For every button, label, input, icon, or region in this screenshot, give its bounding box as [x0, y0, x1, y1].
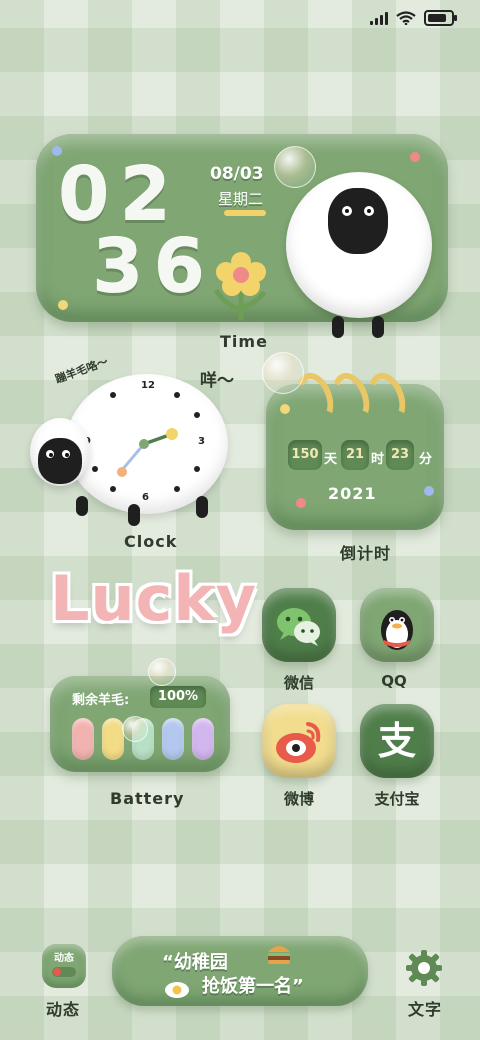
gear-icon[interactable]: [404, 948, 444, 988]
countdown-year: 2021: [328, 484, 377, 503]
text-label: 文字: [408, 1000, 443, 1019]
wechat-app-button[interactable]: [262, 588, 336, 662]
lucky-sticker[interactable]: Lucky: [50, 562, 257, 635]
battery-bar: [102, 718, 124, 760]
date-text: 08/03: [210, 164, 264, 184]
countdown-days: 150: [288, 440, 322, 470]
weekday-text: 星期二: [218, 190, 264, 208]
battery-widget-label: Battery: [110, 789, 185, 808]
date-underline: [224, 210, 266, 216]
clock-caption-left: 蹦羊毛咯～: [53, 354, 110, 386]
cellular-signal-icon: [370, 11, 388, 25]
battery-percent: 100%: [150, 686, 206, 708]
battery-icon: [424, 10, 457, 26]
clock-minute: 36: [92, 224, 215, 310]
clock-caption-right: 咩～: [200, 371, 234, 391]
countdown-hours: 21: [341, 440, 369, 470]
dynamic-toggle-button[interactable]: 动态: [42, 944, 86, 988]
alipay-app-button[interactable]: 支: [360, 704, 434, 778]
yellow-flower-icon: [213, 252, 267, 320]
battery-bar: [162, 718, 184, 760]
flower-decoration: [58, 300, 68, 310]
battery-bar: [72, 718, 94, 760]
toggle-switch-icon: [52, 967, 76, 977]
countdown-minutes: 23: [386, 440, 414, 470]
dynamic-label: 动态: [46, 1000, 81, 1019]
battery-bar: [192, 718, 214, 760]
clock-widget-label: Clock: [124, 532, 178, 551]
bubble-decoration: [148, 658, 176, 686]
countdown-widget-label: 倒计时: [340, 544, 392, 563]
quote-line-2: 抢饭第一名”: [202, 976, 304, 997]
wifi-icon: [396, 11, 416, 25]
wechat-app-label: 微信: [283, 674, 314, 692]
bubble-decoration: [274, 146, 316, 188]
quote-line-1: “幼稚园: [162, 952, 228, 973]
fried-egg-icon: [165, 982, 189, 998]
alipay-app-label: 支付宝: [374, 790, 420, 808]
flower-decoration: [410, 152, 420, 162]
bubble-decoration: [262, 352, 304, 394]
bubble-decoration: [122, 716, 148, 742]
wechat-icon: [277, 608, 320, 646]
status-bar: [370, 10, 457, 26]
sheep-head: [328, 188, 388, 254]
battery-title: 剩余羊毛:: [72, 693, 130, 708]
qq-app-button[interactable]: [360, 588, 434, 662]
alipay-icon: 支: [377, 719, 416, 763]
weibo-app-button[interactable]: [262, 704, 336, 778]
qq-app-label: QQ: [381, 672, 407, 690]
burger-icon: [268, 946, 290, 964]
qq-penguin-icon: [381, 610, 413, 650]
time-widget-label: Time: [220, 332, 268, 351]
clock-hands: [117, 428, 178, 477]
weibo-app-label: 微博: [283, 790, 314, 808]
weibo-icon: [276, 722, 321, 763]
small-sheep-head: [38, 438, 82, 484]
